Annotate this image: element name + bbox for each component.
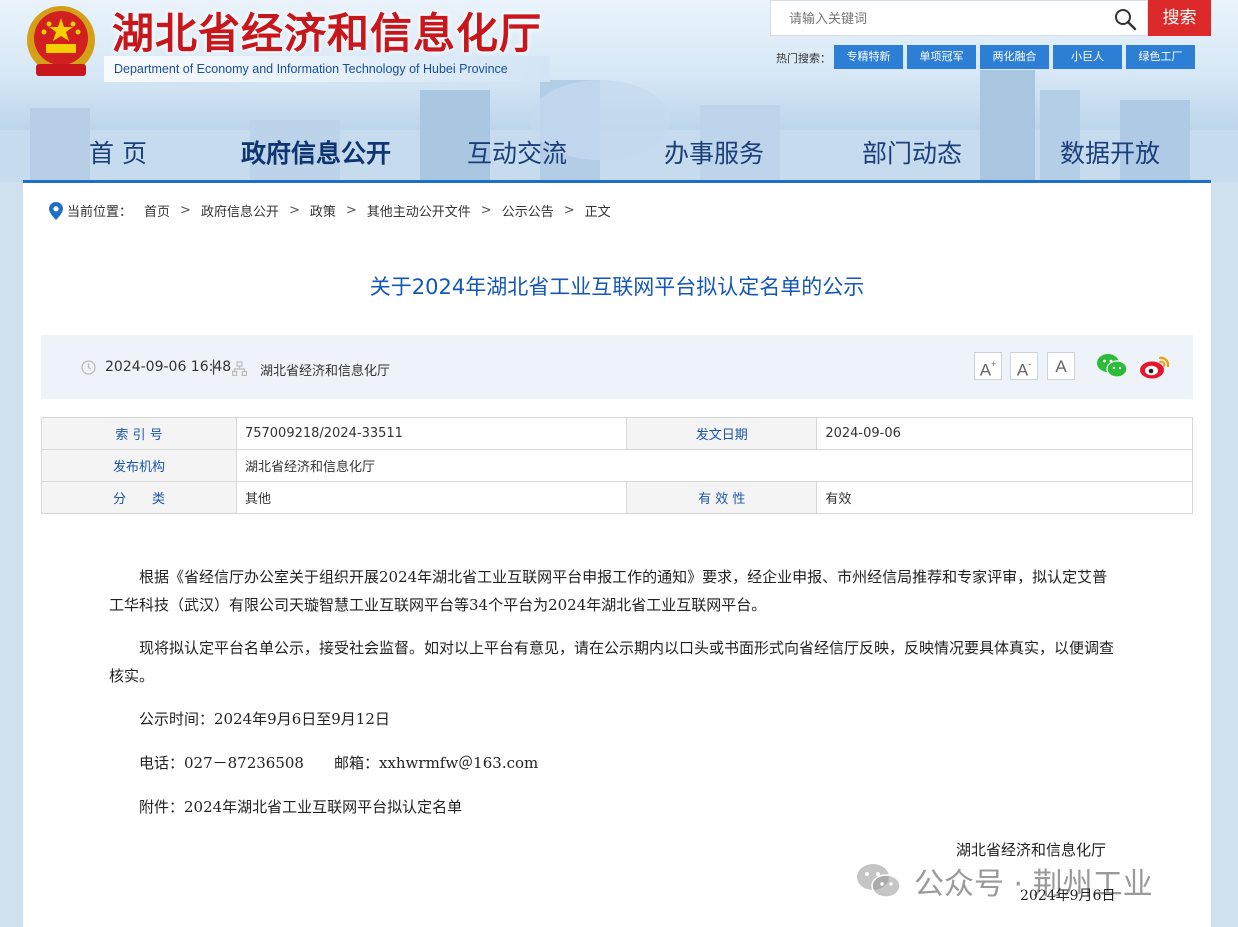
clock-icon	[81, 359, 96, 375]
search-input[interactable]	[771, 1, 1111, 37]
nav-home[interactable]: 首 页	[89, 134, 147, 170]
nav-services[interactable]: 办事服务	[664, 134, 764, 170]
breadcrumb: 当前位置： 首页 > 政府信息公开 > 政策 > 其他主动公开文件 > 公示公告…	[49, 201, 611, 220]
signature-date: 2024年9月6日	[1020, 888, 1116, 904]
site-subtitle: Department of Economy and Information Te…	[104, 56, 550, 82]
main-content: 当前位置： 首页 > 政府信息公开 > 政策 > 其他主动公开文件 > 公示公告…	[23, 183, 1211, 927]
breadcrumb-gov-info[interactable]: 政府信息公开	[201, 201, 279, 220]
hot-search-tags: 专精特新 单项冠军 两化融合 小巨人 绿色工厂	[834, 45, 1195, 69]
organization-icon	[232, 361, 247, 376]
breadcrumb-other-files[interactable]: 其他主动公开文件	[367, 201, 471, 220]
validity-label: 有 效 性	[626, 481, 818, 514]
table-row: 索 引 号 757009218/2024-33511 发文日期 2024-09-…	[41, 417, 1193, 450]
body-paragraph-attachment[interactable]: 附件：2024年湖北省工业互联网平台拟认定名单	[109, 793, 1115, 821]
search-box	[770, 0, 1148, 37]
index-number-value: 757009218/2024-33511	[235, 417, 628, 450]
nav-gov-info[interactable]: 政府信息公开	[241, 134, 391, 170]
publisher-label: 发布机构	[41, 449, 237, 482]
issue-date-label: 发文日期	[626, 417, 818, 450]
site-title: 湖北省经济和信息化厅	[112, 9, 543, 58]
hot-tag-little-giant[interactable]: 小巨人	[1053, 45, 1122, 69]
hot-search-label: 热门搜索：	[776, 52, 831, 65]
category-value: 其他	[235, 481, 628, 514]
wechat-share-icon[interactable]	[1097, 353, 1127, 379]
article-body: 根据《省经信厅办公室关于组织开展2024年湖北省工业互联网平台申报工作的通知》要…	[109, 563, 1115, 837]
breadcrumb-separator: >	[180, 203, 191, 218]
site-header: 湖北省经济和信息化厅 Department of Economy and Inf…	[0, 0, 1238, 182]
search-icon[interactable]	[1113, 7, 1137, 31]
breadcrumb-announcements[interactable]: 公示公告	[502, 201, 554, 220]
body-paragraph-contact: 电话：027－87236508 邮箱：xxhwrmfw＠163.com	[139, 754, 539, 772]
hot-tag-specialized[interactable]: 专精特新	[834, 45, 903, 69]
publish-source: 湖北省经济和信息化厅	[260, 364, 391, 379]
font-increase-mark: +	[991, 359, 997, 369]
table-row: 分 类 其他 有 效 性 有效	[41, 481, 1193, 514]
breadcrumb-separator: >	[288, 203, 300, 218]
table-row: 发布机构 湖北省经济和信息化厅	[41, 449, 1194, 482]
location-pin-icon	[49, 201, 63, 220]
font-increase-button[interactable]: A+	[974, 352, 1002, 380]
nav-interaction[interactable]: 互动交流	[467, 134, 567, 170]
hot-tag-integration[interactable]: 两化融合	[980, 45, 1049, 69]
search-button[interactable]: 搜索	[1148, 0, 1211, 36]
publish-date: 2024-09-06 16:48	[81, 359, 231, 375]
index-number-label: 索 引 号	[41, 417, 237, 450]
body-paragraph-2: 现将拟认定平台名单公示，接受社会监督。如对以上平台有意见，请在公示期内以口头或书…	[109, 639, 1115, 685]
hot-tag-champion[interactable]: 单项冠军	[907, 45, 976, 69]
national-emblem-icon	[27, 6, 95, 76]
breadcrumb-separator: >	[345, 203, 357, 218]
validity-value: 有效	[816, 481, 1193, 514]
nav-dept-news[interactable]: 部门动态	[862, 134, 962, 170]
breadcrumb-separator: >	[563, 203, 575, 218]
breadcrumb-current: 正文	[584, 205, 611, 220]
meta-divider: |	[211, 357, 217, 375]
font-reset-glyph: A	[1055, 357, 1067, 376]
nav-open-data[interactable]: 数据开放	[1060, 134, 1160, 170]
breadcrumb-label: 当前位置：	[67, 205, 133, 220]
font-reset-button[interactable]: A	[1047, 352, 1075, 380]
category-label: 分 类	[41, 481, 237, 514]
document-info-table: 索 引 号 757009218/2024-33511 发文日期 2024-09-…	[41, 417, 1194, 514]
breadcrumb-home[interactable]: 首页	[144, 201, 170, 220]
wechat-watermark-icon	[857, 864, 901, 898]
font-decrease-mark: -	[1028, 359, 1032, 369]
signature-org: 湖北省经济和信息化厅	[956, 841, 1107, 859]
article-title: 关于2024年湖北省工业互联网平台拟认定名单的公示	[369, 275, 865, 299]
main-nav: 首 页 政府信息公开 互动交流 办事服务 部门动态 数据开放	[23, 124, 1211, 182]
font-decrease-glyph: A	[1016, 360, 1029, 380]
hot-tag-green-factory[interactable]: 绿色工厂	[1126, 45, 1195, 69]
publisher-value: 湖北省经济和信息化厅	[235, 449, 1194, 482]
body-paragraph-1: 根据《省经信厅办公室关于组织开展2024年湖北省工业互联网平台申报工作的通知》要…	[109, 568, 1108, 614]
article-meta-bar: 2024-09-06 16:48 | 湖北省经济和信息化厅 A+ A- A	[41, 335, 1193, 399]
issue-date-value: 2024-09-06	[816, 417, 1193, 450]
font-decrease-button[interactable]: A-	[1010, 352, 1038, 380]
body-paragraph-period: 公示时间：2024年9月6日至9月12日	[139, 710, 390, 728]
breadcrumb-policy[interactable]: 政策	[310, 201, 336, 220]
font-increase-glyph: A	[979, 360, 992, 380]
weibo-share-icon[interactable]	[1139, 352, 1171, 380]
breadcrumb-separator: >	[480, 203, 492, 218]
